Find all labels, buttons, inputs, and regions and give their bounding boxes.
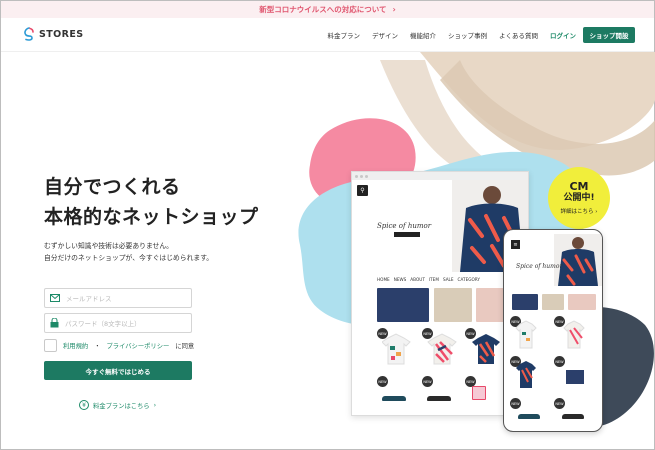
pricing-link[interactable]: ¥ 料金プランはこちら › xyxy=(79,400,156,410)
nav-item-features[interactable]: 機能紹介 xyxy=(410,30,436,40)
hero-headline-line1: 自分でつくれる xyxy=(44,176,181,198)
agree-separator: ・ xyxy=(94,343,101,350)
phone-product-row-2 xyxy=(516,361,584,388)
privacy-link[interactable]: プライバシーポリシー xyxy=(106,341,169,350)
cm-badge-status: 公開中! xyxy=(563,193,595,203)
phone-model-photo xyxy=(558,237,598,286)
announcement-text[interactable]: 新型コロナウイルスへの対応について xyxy=(259,4,386,15)
shop-menu-item: ITEM xyxy=(428,277,439,282)
lock-icon xyxy=(50,318,59,328)
browser-bar xyxy=(352,172,528,180)
phone-product-row xyxy=(515,320,585,349)
shop-menu: HOME NEWS ABOUT ITEM SALE CATEGORY xyxy=(377,277,480,282)
main-nav: 料金プラン デザイン 機能紹介 ショップ事例 よくある質問 ログイン xyxy=(328,30,577,40)
photo-tile xyxy=(377,288,429,322)
photo-tile xyxy=(512,294,538,310)
terms-link[interactable]: 利用規約 xyxy=(63,341,88,350)
shop-menu-sale: SALE xyxy=(442,277,454,282)
menu-icon: ≡ xyxy=(511,240,520,249)
start-free-button[interactable]: 今すぐ無料ではじめる xyxy=(44,361,192,380)
nav-item-login[interactable]: ログイン xyxy=(550,30,576,40)
new-badge: NEW xyxy=(554,398,565,409)
cm-badge-title: CM xyxy=(569,180,589,193)
chevron-right-icon: › xyxy=(392,5,396,14)
hero-headline-line2: 本格的なネットショップ xyxy=(44,206,259,228)
shop-brand-pill xyxy=(394,232,420,237)
shop-menu-category: CATEGORY xyxy=(457,277,480,282)
email-field[interactable]: メールアドレス xyxy=(44,288,192,308)
nav-item-pricing[interactable]: 料金プラン xyxy=(328,30,361,40)
site-header: STORES 料金プラン デザイン 機能紹介 ショップ事例 よくある質問 ログイ… xyxy=(1,18,654,52)
product-pouch xyxy=(472,386,486,400)
shop-menu-home: HOME xyxy=(377,277,390,282)
phone-shop-brand: Spice of humor xyxy=(516,263,563,270)
hero-headline: 自分でつくれる 本格的なネットショップ xyxy=(44,172,259,232)
logo-icon xyxy=(24,27,34,41)
shop-menu-news: NEWS xyxy=(393,277,407,282)
cm-badge[interactable]: CM 公開中! 詳細はこちら › xyxy=(548,167,610,229)
product-shoe xyxy=(518,414,540,419)
chevron-right-icon: › xyxy=(153,401,157,409)
new-badge: NEW xyxy=(510,398,521,409)
open-shop-button[interactable]: ショップ開設 xyxy=(583,27,635,43)
pricing-link-label: 料金プランはこちら xyxy=(93,402,150,410)
nav-item-cases[interactable]: ショップ事例 xyxy=(448,30,487,40)
cm-badge-link: 詳細はこちら › xyxy=(560,209,598,215)
agree-suffix: に同意 xyxy=(175,343,195,350)
shop-brand: Spice of humor xyxy=(377,222,432,230)
mail-icon xyxy=(50,294,60,302)
photo-tile xyxy=(568,294,596,310)
photo-tile xyxy=(542,294,564,310)
logo-text: STORES xyxy=(39,28,84,40)
agree-checkbox[interactable] xyxy=(44,339,57,352)
product-shoe xyxy=(427,396,451,401)
product-shoe xyxy=(382,396,406,401)
agreement-row: 利用規約 ・ プライバシーポリシー に同意 xyxy=(44,339,194,352)
photo-tile xyxy=(434,288,472,322)
product-shoe xyxy=(562,414,584,419)
phone-shop-mockup: ≡ Spice of humor NEW NEW NEW NEW NEW NEW xyxy=(503,229,603,432)
nav-item-design[interactable]: デザイン xyxy=(372,30,398,40)
announcement-bar[interactable]: 新型コロナウイルスへの対応について › xyxy=(1,1,654,18)
new-badge: NEW xyxy=(377,376,388,387)
hero-subtext: むずかしい知識や技術は必要ありません。 自分だけのネットショップが、今すぐはじめ… xyxy=(44,240,213,264)
new-badge: NEW xyxy=(422,376,433,387)
password-field[interactable]: パスワード（8文字以上） xyxy=(44,313,192,333)
logo[interactable]: STORES xyxy=(23,27,83,41)
nav-item-faq[interactable]: よくある質問 xyxy=(499,30,538,40)
search-icon: ⚲ xyxy=(357,185,368,196)
phone-hero-photo xyxy=(554,234,602,286)
hero-subtext-line1: むずかしい知識や技術は必要ありません。 xyxy=(44,242,173,250)
yen-icon: ¥ xyxy=(79,400,89,410)
shop-menu-about: ABOUT xyxy=(410,277,425,282)
email-placeholder: メールアドレス xyxy=(66,295,112,303)
hero-subtext-line2: 自分だけのネットショップが、今すぐはじめられます。 xyxy=(44,254,214,262)
password-placeholder: パスワード（8文字以上） xyxy=(65,320,141,328)
